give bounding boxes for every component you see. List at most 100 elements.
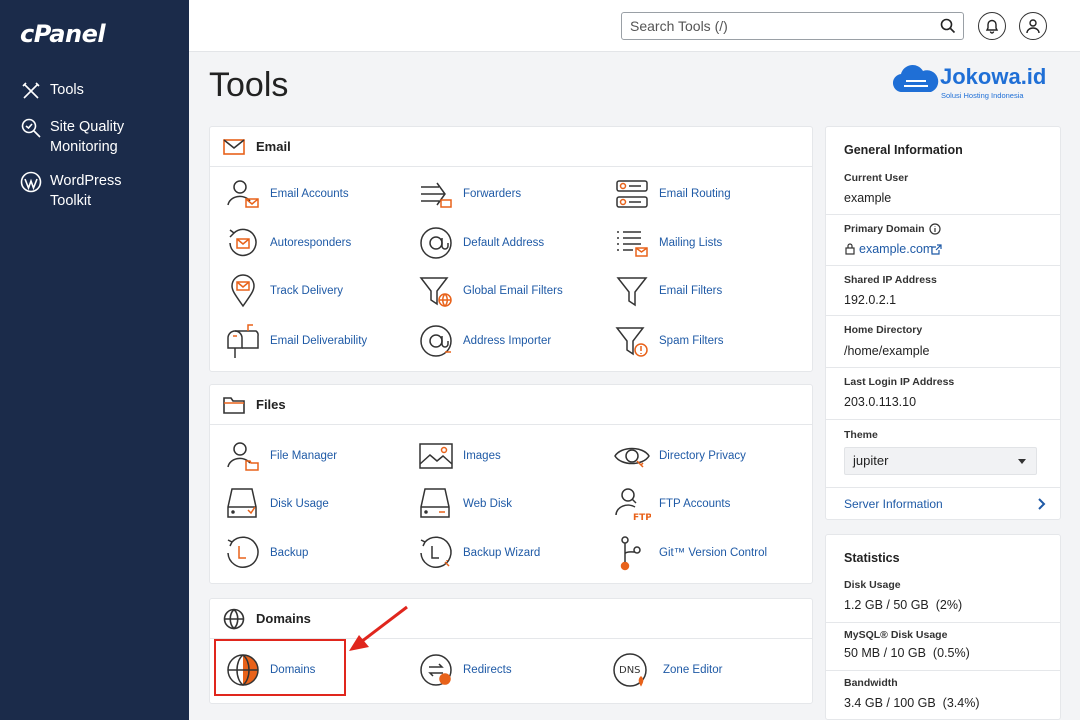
tool-label: Mailing Lists xyxy=(659,237,723,249)
email-accounts-icon xyxy=(227,180,259,208)
dns-icon: DNS xyxy=(613,653,647,687)
sidebar: cPanel Tools Site Quality Monitoring Wor… xyxy=(0,0,189,720)
tool-autoresponders[interactable]: Autoresponders xyxy=(224,224,351,262)
info-icon[interactable] xyxy=(929,223,941,235)
track-delivery-icon xyxy=(231,274,255,308)
cloud-icon xyxy=(893,65,939,93)
tool-label: Web Disk xyxy=(463,498,512,510)
mailing-lists-icon xyxy=(617,231,648,257)
tool-label: Backup xyxy=(270,547,309,559)
external-link-icon[interactable] xyxy=(931,244,942,255)
tool-track-delivery[interactable]: Track Delivery xyxy=(224,272,343,310)
search-input[interactable] xyxy=(622,13,922,39)
filter-icon xyxy=(616,277,648,307)
sidebar-item-tools[interactable]: Tools xyxy=(20,80,160,102)
sidebar-item-wordpress[interactable]: WordPress Toolkit xyxy=(20,171,160,211)
tool-label: Global Email Filters xyxy=(463,285,563,297)
mailbox-icon xyxy=(227,324,259,358)
primary-domain-label: Primary Domain xyxy=(844,223,925,235)
sidebar-item-label: Tools xyxy=(50,82,84,98)
email-routing-icon xyxy=(616,180,648,208)
sidebar-item-label: WordPress Toolkit xyxy=(50,173,122,209)
bandwidth-label: Bandwidth xyxy=(844,677,898,689)
server-information-link[interactable]: Server Information xyxy=(826,488,1060,520)
lock-icon xyxy=(845,243,855,255)
tool-ftp-accounts[interactable]: FTP FTP Accounts xyxy=(613,485,730,523)
search-icon[interactable] xyxy=(940,18,956,34)
last-login-label: Last Login IP Address xyxy=(844,376,955,388)
user-icon xyxy=(1026,19,1040,34)
tool-email-accounts[interactable]: Email Accounts xyxy=(224,175,349,213)
user-menu-button[interactable] xyxy=(1019,12,1047,40)
shared-ip-label: Shared IP Address xyxy=(844,274,937,286)
tool-images[interactable]: Images xyxy=(417,437,501,475)
image-icon xyxy=(419,443,453,469)
home-directory-label: Home Directory xyxy=(844,324,923,336)
sidebar-item-site-quality[interactable]: Site Quality Monitoring xyxy=(20,117,160,157)
files-panel: Files File Manager Images Directory Priv… xyxy=(209,384,813,584)
bell-icon xyxy=(985,19,999,34)
home-directory-row: Home Directory /home/example xyxy=(826,316,1060,368)
brand-logo: Jokowa.id Solusi Hosting Indonesia xyxy=(893,64,1063,104)
forwarders-icon xyxy=(421,182,452,208)
globe-icon xyxy=(223,608,245,630)
disk-usage-row: Disk Usage 1.2 GB / 50 GB (2%) xyxy=(826,573,1060,623)
theme-value: jupiter xyxy=(853,453,889,468)
cpanel-logo[interactable]: cPanel xyxy=(20,20,106,48)
general-info-panel: General Information Current User example… xyxy=(825,126,1061,520)
tool-label: Email Filters xyxy=(659,285,723,297)
page-title: Tools xyxy=(209,66,289,104)
tool-backup[interactable]: Backup xyxy=(224,534,308,572)
wordpress-icon xyxy=(20,171,42,193)
tool-label: Forwarders xyxy=(463,188,522,200)
theme-select[interactable]: jupiter xyxy=(844,447,1037,475)
top-header xyxy=(189,0,1080,52)
domains-panel-title: Domains xyxy=(256,611,311,626)
git-icon xyxy=(620,536,641,571)
notifications-button[interactable] xyxy=(978,12,1006,40)
tool-forwarders[interactable]: Forwarders xyxy=(417,175,521,213)
current-user-row: Current User example xyxy=(826,165,1060,215)
tool-email-filters[interactable]: Email Filters xyxy=(613,272,722,310)
tool-backup-wizard[interactable]: Backup Wizard xyxy=(417,534,540,572)
tool-label: Directory Privacy xyxy=(659,450,746,462)
primary-domain-link[interactable]: example.com xyxy=(859,242,933,256)
tool-git-version-control[interactable]: Git™ Version Control xyxy=(613,534,767,572)
envelope-icon xyxy=(223,138,245,155)
last-login-value: 203.0.113.10 xyxy=(844,395,917,409)
tool-email-deliverability[interactable]: Email Deliverability xyxy=(224,322,367,360)
tool-label: Default Address xyxy=(463,237,545,249)
current-user-label: Current User xyxy=(844,172,909,184)
tool-global-email-filters[interactable]: Global Email Filters xyxy=(417,272,563,310)
tool-redirects[interactable]: Redirects xyxy=(417,651,512,689)
global-filter-icon xyxy=(419,277,452,308)
arrow-annotation-icon xyxy=(349,605,408,651)
tool-disk-usage[interactable]: Disk Usage xyxy=(224,485,329,523)
tool-label: Address Importer xyxy=(463,335,552,347)
tool-default-address[interactable]: Default Address xyxy=(417,224,544,262)
folder-icon xyxy=(223,396,245,414)
tool-label: Email Routing xyxy=(659,188,731,200)
mysql-usage-label: MySQL® Disk Usage xyxy=(844,629,948,641)
tool-spam-filters[interactable]: Spam Filters xyxy=(613,322,724,360)
email-panel: Email Email Accounts Forwarders Email Ro… xyxy=(209,126,813,372)
search-box[interactable] xyxy=(621,12,964,40)
ftp-accounts-icon: FTP xyxy=(615,488,651,523)
tool-file-manager[interactable]: File Manager xyxy=(224,437,337,475)
bandwidth-row: Bandwidth 3.4 GB / 100 GB (3.4%) xyxy=(826,671,1060,720)
tool-email-routing[interactable]: Email Routing xyxy=(613,175,731,213)
tool-label: Images xyxy=(463,450,501,462)
tool-label: FTP Accounts xyxy=(659,498,731,510)
tool-address-importer[interactable]: Address Importer xyxy=(417,322,551,360)
files-panel-title: Files xyxy=(256,397,286,412)
svg-text:FTP: FTP xyxy=(633,513,651,523)
tool-zone-editor[interactable]: DNS Zone Editor xyxy=(611,651,722,689)
disk-usage-value: 1.2 GB / 50 GB (2%) xyxy=(844,598,963,612)
tool-web-disk[interactable]: Web Disk xyxy=(417,485,512,523)
sidebar-item-label: Site Quality Monitoring xyxy=(50,119,125,155)
tool-mailing-lists[interactable]: Mailing Lists xyxy=(613,224,722,262)
at-sign-icon xyxy=(420,227,452,259)
backup-wizard-icon xyxy=(420,536,452,568)
shared-ip-row: Shared IP Address 192.0.2.1 xyxy=(826,266,1060,316)
tool-directory-privacy[interactable]: Directory Privacy xyxy=(613,437,746,475)
